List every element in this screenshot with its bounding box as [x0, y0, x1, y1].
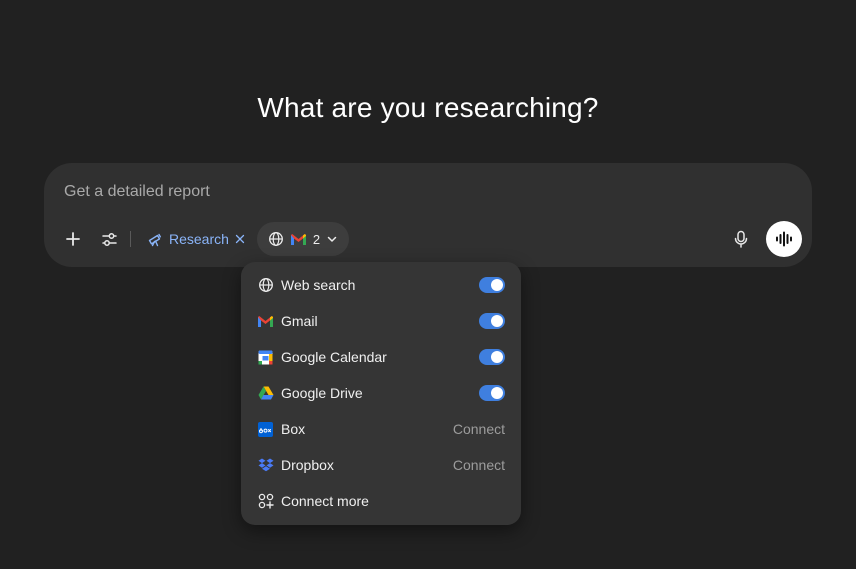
menu-item-label: Gmail: [281, 313, 318, 329]
remove-research-button[interactable]: [235, 234, 245, 244]
google-calendar-toggle[interactable]: [479, 349, 505, 365]
google-drive-toggle[interactable]: [479, 385, 505, 401]
page-heading: What are you researching?: [257, 92, 599, 123]
menu-item-label: Google Calendar: [281, 349, 387, 365]
composer: Get a detailed report Research 2: [44, 163, 812, 267]
google-drive-icon: [257, 385, 274, 402]
menu-item-web-search[interactable]: Web search: [241, 267, 521, 303]
close-icon: [235, 234, 245, 244]
waveform-icon: [776, 231, 792, 247]
menu-item-google-drive[interactable]: Google Drive: [241, 375, 521, 411]
web-search-toggle[interactable]: [479, 277, 505, 293]
globe-icon: [257, 277, 274, 294]
google-calendar-icon: [257, 349, 274, 366]
tools-button[interactable]: [94, 224, 124, 254]
gmail-icon: [257, 313, 274, 330]
gmail-toggle[interactable]: [479, 313, 505, 329]
telescope-icon: [148, 233, 161, 247]
menu-item-label: Google Drive: [281, 385, 363, 401]
box-connect-link[interactable]: Connect: [453, 421, 505, 437]
microphone-button[interactable]: [726, 224, 756, 254]
apps-add-icon: [257, 493, 274, 510]
dropbox-connect-link[interactable]: Connect: [453, 457, 505, 473]
composer-toolbar: Research 2: [58, 221, 802, 257]
gmail-icon: [290, 233, 306, 245]
menu-item-google-calendar[interactable]: Google Calendar: [241, 339, 521, 375]
plus-icon: [66, 232, 80, 246]
sources-dropdown-button[interactable]: 2: [256, 222, 350, 256]
microphone-icon: [734, 230, 748, 248]
menu-item-connect-more[interactable]: Connect more: [241, 483, 521, 519]
research-mode-pill[interactable]: Research: [141, 224, 251, 254]
menu-item-label: Box: [281, 421, 306, 437]
sliders-icon: [101, 232, 117, 246]
research-label: Research: [169, 231, 229, 247]
sources-count: 2: [312, 231, 321, 247]
box-icon: [257, 421, 274, 438]
menu-item-dropbox[interactable]: Dropbox Connect: [241, 447, 521, 483]
dropbox-icon: [257, 457, 274, 474]
globe-icon: [268, 232, 283, 246]
chevron-down-icon: [327, 236, 337, 242]
menu-item-gmail[interactable]: Gmail: [241, 303, 521, 339]
add-button[interactable]: [58, 224, 88, 254]
menu-item-box[interactable]: Box Connect: [241, 411, 521, 447]
page: What are you researching? Get a detailed…: [0, 0, 856, 569]
toolbar-separator: [130, 231, 131, 247]
menu-item-label: Dropbox: [281, 457, 334, 473]
menu-item-label: Connect more: [281, 493, 369, 509]
voice-mode-button[interactable]: [766, 221, 802, 257]
sources-menu: Web search Gmail Google Calendar Google …: [241, 262, 521, 525]
prompt-input[interactable]: Get a detailed report: [64, 183, 210, 201]
menu-item-label: Web search: [281, 277, 356, 293]
